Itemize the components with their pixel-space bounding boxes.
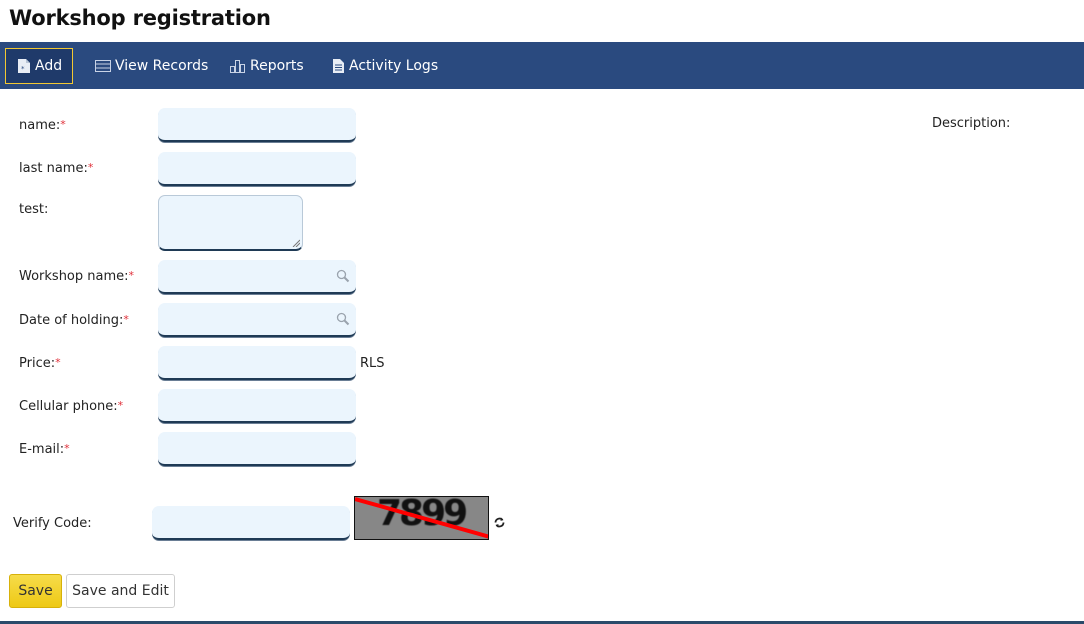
- required-mark: *: [123, 313, 129, 326]
- nav-reports[interactable]: Reports: [230, 48, 304, 84]
- price-currency: RLS: [360, 356, 385, 371]
- verify-code-input[interactable]: [152, 506, 350, 540]
- price-label: Price:*: [19, 356, 61, 371]
- search-icon[interactable]: [336, 312, 350, 326]
- nav-reports-label: Reports: [250, 58, 304, 74]
- list-icon: [95, 60, 111, 72]
- verify-code-label: Verify Code:: [13, 516, 92, 531]
- date-of-holding-lookup[interactable]: [158, 303, 356, 337]
- date-of-holding-label: Date of holding:*: [19, 313, 129, 328]
- name-label: name:*: [19, 118, 66, 133]
- required-mark: *: [117, 399, 124, 412]
- nav-add[interactable]: * Add: [5, 48, 73, 84]
- required-mark: *: [87, 161, 94, 174]
- captcha-image: 7899: [354, 496, 489, 540]
- nav-activity-logs-label: Activity Logs: [349, 58, 439, 74]
- save-button[interactable]: Save: [9, 574, 62, 608]
- required-mark: *: [64, 442, 70, 455]
- test-textarea[interactable]: [158, 195, 303, 251]
- cellular-phone-label: Cellular phone:*: [19, 399, 123, 414]
- email-label: E-mail:*: [19, 442, 70, 457]
- refresh-icon[interactable]: [493, 516, 506, 529]
- email-input[interactable]: [158, 432, 356, 466]
- last-name-input[interactable]: [158, 152, 356, 186]
- page-title: Workshop registration: [9, 6, 271, 30]
- last-name-label: last name:*: [19, 161, 93, 176]
- date-of-holding-label-text: Date of holding:: [19, 313, 124, 328]
- required-mark: *: [60, 118, 66, 131]
- svg-text:*: *: [21, 65, 25, 73]
- last-name-label-text: last name:: [19, 161, 88, 176]
- new-document-icon: *: [17, 58, 31, 74]
- save-and-edit-button[interactable]: Save and Edit: [66, 574, 175, 608]
- resize-grip-icon[interactable]: [292, 239, 300, 247]
- nav-view-records-label: View Records: [115, 58, 209, 74]
- name-label-text: name:: [19, 118, 61, 133]
- name-input[interactable]: [158, 108, 356, 142]
- workshop-name-lookup[interactable]: [158, 260, 356, 294]
- required-mark: *: [128, 269, 135, 282]
- search-icon[interactable]: [336, 269, 350, 283]
- nav-activity-logs[interactable]: Activity Logs: [332, 48, 438, 84]
- required-mark: *: [55, 356, 61, 369]
- top-navbar: * Add View Records Reports Activity Logs: [0, 42, 1084, 89]
- cellular-phone-label-text: Cellular phone:: [19, 399, 118, 414]
- cellular-phone-input[interactable]: [158, 389, 356, 423]
- price-input[interactable]: [158, 346, 356, 380]
- document-icon: [332, 58, 345, 74]
- nav-add-label: Add: [35, 58, 63, 74]
- workshop-name-label-text: Workshop name:: [19, 269, 129, 284]
- description-label: Description:: [932, 116, 1011, 131]
- price-label-text: Price:: [19, 356, 56, 371]
- test-label: test:: [19, 202, 49, 217]
- email-label-text: E-mail:: [19, 442, 65, 457]
- workshop-name-label: Workshop name:*: [19, 269, 134, 284]
- nav-view-records[interactable]: View Records: [95, 48, 208, 84]
- captcha-strike-line: [355, 497, 488, 539]
- bar-chart-icon: [230, 59, 246, 73]
